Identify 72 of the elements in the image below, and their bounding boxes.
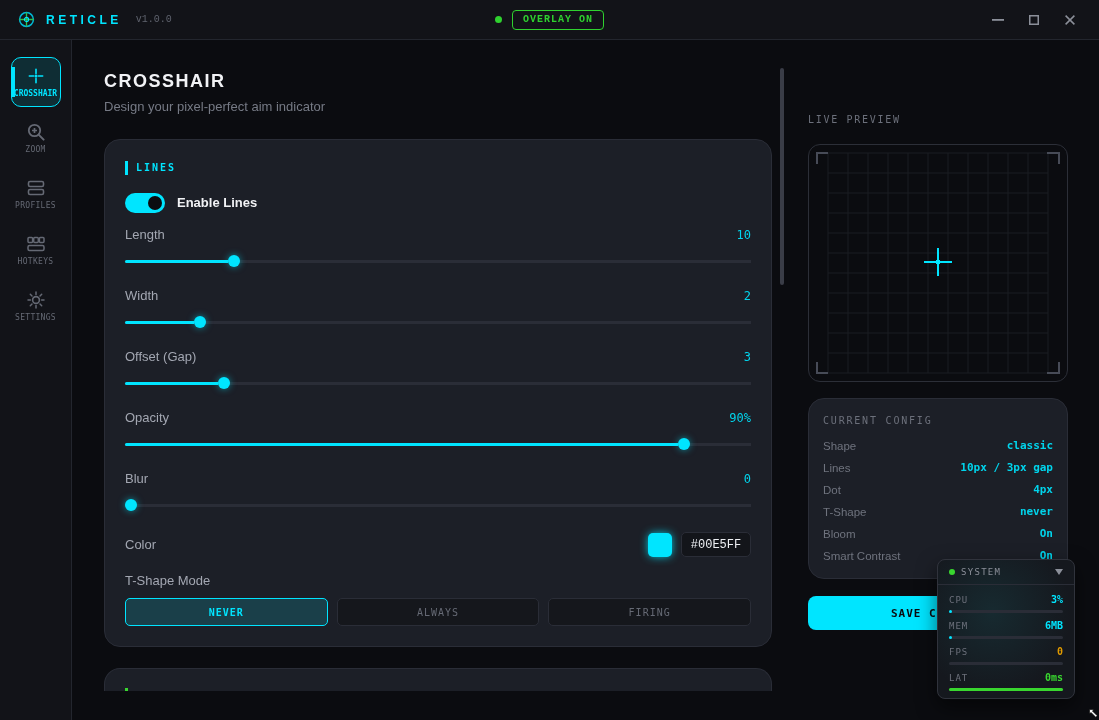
stat-label: MEM <box>949 620 969 632</box>
page-title: CROSSHAIR <box>104 70 226 93</box>
settings-icon <box>26 291 45 309</box>
save-button[interactable]: SAVE C <box>808 596 937 630</box>
config-label: Lines <box>823 461 851 475</box>
app-name: RETICLE <box>46 11 122 28</box>
slider-thumb[interactable] <box>217 377 230 389</box>
slider-value: 90% <box>729 410 751 427</box>
field-label: T-Shape Mode <box>125 572 211 590</box>
slider-label: Offset (Gap) <box>125 348 197 366</box>
stacked-bars-icon <box>26 179 45 197</box>
stat-value: 6MB <box>1044 620 1063 632</box>
slider-value: 2 <box>743 288 751 305</box>
config-label: Bloom <box>823 527 856 541</box>
slider-value: 10 <box>736 227 751 244</box>
config-label: Smart Contrast <box>823 549 901 563</box>
config-value: On <box>1039 527 1053 541</box>
accent-bar <box>125 688 128 691</box>
config-label: T-Shape <box>823 505 867 519</box>
caret-down-icon <box>1055 569 1063 575</box>
stat-label: LAT <box>949 672 969 684</box>
sidebar-item[interactable]: ZOOM <box>10 113 61 163</box>
keyboard-keys-icon <box>26 235 45 253</box>
sidebar-item[interactable]: SETTINGS <box>10 281 61 331</box>
minimize-icon <box>992 18 1004 21</box>
section-heading: CURRENT CONFIG <box>823 415 933 427</box>
config-value: On <box>1039 549 1053 563</box>
sidebar-item[interactable]: PROFILES <box>10 169 61 219</box>
color-label: Color <box>125 535 157 554</box>
zoom-in-icon <box>26 123 45 141</box>
stat-value: 3% <box>1050 594 1063 606</box>
stat-value: 0ms <box>1044 672 1063 684</box>
crosshair-logo-icon <box>18 11 35 28</box>
scrollbar-thumb[interactable] <box>780 68 784 285</box>
color-swatch[interactable] <box>648 532 672 557</box>
mode-option[interactable]: ALWAYS <box>336 598 540 626</box>
mode-option[interactable]: NEVER <box>125 598 328 626</box>
slider-value: 3 <box>743 349 751 366</box>
section-heading: LIVE PREVIEW <box>808 113 901 127</box>
config-value: classic <box>1006 439 1053 453</box>
toggle-label: Enable Lines <box>177 194 258 212</box>
config-value: 4px <box>1033 483 1053 497</box>
version-label: v1.0.0 <box>135 12 172 27</box>
slider-thumb[interactable] <box>228 255 241 267</box>
maximize-icon <box>1029 14 1039 25</box>
slider-thumb[interactable] <box>193 316 206 328</box>
slider-thumb[interactable] <box>677 438 690 450</box>
crosshair-icon <box>27 68 44 84</box>
toggle-switch[interactable] <box>125 193 165 213</box>
sidebar-item[interactable]: HOTKEYS <box>10 225 61 275</box>
stat-value: 0 <box>1056 646 1063 658</box>
section-heading: LINES <box>125 161 177 175</box>
slider-label: Length <box>125 226 165 244</box>
slider-label: Width <box>125 287 159 305</box>
overlay-toggle-button[interactable]: OVERLAY ON <box>512 9 604 30</box>
stat-label: CPU <box>949 594 969 606</box>
config-value: never <box>1019 505 1053 519</box>
slider-value: 0 <box>743 471 751 488</box>
hex-field[interactable]: #00E5FF <box>681 532 751 557</box>
resize-cursor-icon <box>1089 709 1098 718</box>
slider-label: Opacity <box>125 409 170 427</box>
config-value: 10px / 3px gap <box>960 461 1053 475</box>
stat-label: FPS <box>949 646 969 658</box>
mode-option[interactable]: FIRING <box>548 598 751 626</box>
config-label: Dot <box>823 483 841 497</box>
slider-thumb[interactable] <box>125 499 137 511</box>
sidebar-item[interactable]: CROSSHAIR <box>10 57 61 107</box>
config-label: Shape <box>823 439 857 453</box>
panel-title: SYSTEM <box>961 566 1002 578</box>
page-subtitle: Design your pixel-perfect aim indicator <box>104 98 326 116</box>
close-icon <box>1065 14 1075 25</box>
slider-label: Blur <box>125 470 149 488</box>
